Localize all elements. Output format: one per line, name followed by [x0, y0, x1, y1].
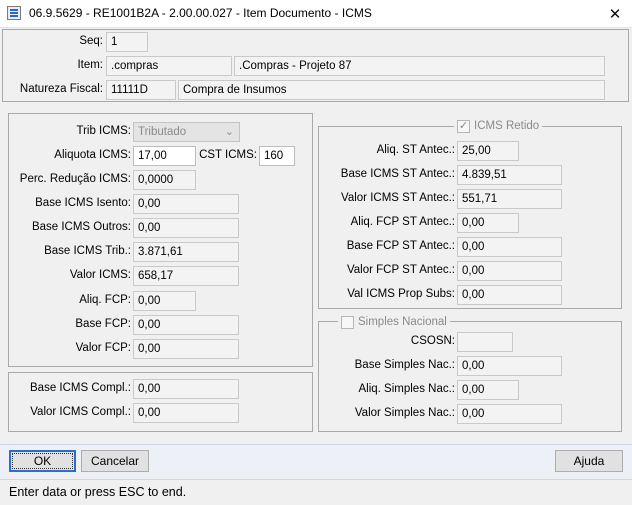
base-icms-st-antec-field[interactable]: 4.839,51 [457, 165, 562, 185]
cst-icms-field[interactable]: 160 [259, 146, 295, 166]
aliq-st-antec-label: Aliq. ST Antec.: [376, 144, 455, 156]
base-fcp-st-antec-field[interactable]: 0,00 [457, 237, 562, 257]
aliq-fcp-field[interactable]: 0,00 [133, 291, 196, 311]
valor-icms-compl-label: Valor ICMS Compl.: [30, 406, 131, 418]
seq-label: Seq: [79, 35, 103, 47]
ok-button[interactable]: OK [9, 450, 76, 472]
natureza-fiscal-label: Natureza Fiscal: [19, 83, 103, 95]
base-icms-compl-field[interactable]: 0,00 [133, 379, 239, 399]
cancel-button[interactable]: Cancelar [81, 450, 149, 472]
aliquota-icms-label: Aliquota ICMS: [54, 149, 131, 161]
simples-nacional-checkbox[interactable] [341, 315, 354, 329]
aliq-fcp-label: Aliq. FCP: [79, 294, 131, 306]
valor-icms-compl-field[interactable]: 0,00 [133, 403, 239, 423]
csosn-label: CSOSN: [410, 335, 455, 347]
val-icms-prop-subs-label: Val ICMS Prop Subs: [347, 288, 455, 300]
val-icms-prop-subs-field[interactable]: 0,00 [457, 285, 562, 305]
valor-icms-field[interactable]: 658,17 [133, 266, 239, 286]
item-label: Item: [77, 59, 103, 71]
base-icms-compl-label: Base ICMS Compl.: [30, 382, 131, 394]
status-text: Enter data or press ESC to end. [9, 485, 187, 499]
button-bar: OK Cancelar Ajuda [0, 444, 632, 478]
valor-icms-label: Valor ICMS: [69, 269, 131, 281]
simples-nacional-legend: Simples Nacional [338, 314, 450, 330]
aliq-simples-nac-label: Aliq. Simples Nac.: [358, 383, 455, 395]
natureza-fiscal-code-field[interactable]: 11111D [106, 80, 176, 100]
base-icms-isento-field[interactable]: 0,00 [133, 194, 239, 214]
cst-icms-label: CST ICMS: [199, 149, 257, 161]
base-simples-nac-label: Base Simples Nac.: [354, 359, 455, 371]
valor-fcp-label: Valor FCP: [75, 342, 131, 354]
valor-fcp-field[interactable]: 0,00 [133, 339, 239, 359]
aliq-st-antec-field[interactable]: 25,00 [457, 141, 519, 161]
icms-retido-legend: ✓ ICMS Retido [454, 118, 543, 134]
aliquota-icms-field[interactable]: 17,00 [133, 146, 196, 166]
trib-icms-select[interactable]: Tributado ⌄ [133, 122, 240, 142]
base-icms-isento-label: Base ICMS Isento: [35, 197, 131, 209]
valor-icms-st-antec-field[interactable]: 551,71 [457, 189, 562, 209]
perc-reducao-icms-field[interactable]: 0,0000 [133, 170, 196, 190]
aliq-fcp-st-antec-label: Aliq. FCP ST Antec.: [350, 216, 455, 228]
icms-retido-checkbox[interactable]: ✓ [457, 119, 470, 133]
valor-icms-st-antec-label: Valor ICMS ST Antec.: [341, 192, 455, 204]
base-simples-nac-field[interactable]: 0,00 [457, 356, 562, 376]
help-button[interactable]: Ajuda [555, 450, 623, 472]
window-title: 06.9.5629 - RE1001B2A - 2.00.00.027 - It… [29, 6, 372, 20]
base-icms-trib-label: Base ICMS Trib.: [44, 245, 131, 257]
icms-retido-label: ICMS Retido [474, 120, 540, 132]
base-icms-outros-field[interactable]: 0,00 [133, 218, 239, 238]
valor-simples-nac-field[interactable]: 0,00 [457, 404, 562, 424]
close-button[interactable]: ✕ [598, 0, 632, 28]
item-code-field[interactable]: .compras [106, 56, 232, 76]
seq-field[interactable]: 1 [106, 32, 148, 52]
item-description-field[interactable]: .Compras - Projeto 87 [234, 56, 605, 76]
base-fcp-label: Base FCP: [75, 318, 131, 330]
valor-fcp-st-antec-field[interactable]: 0,00 [457, 261, 562, 281]
status-bar: Enter data or press ESC to end. [0, 479, 632, 505]
chevron-down-icon: ⌄ [224, 126, 234, 138]
csosn-field[interactable] [457, 332, 513, 352]
ok-focus-ring [12, 453, 73, 469]
base-icms-st-antec-label: Base ICMS ST Antec.: [340, 168, 455, 180]
trib-icms-label: Trib ICMS: [76, 125, 131, 137]
title-bar: 06.9.5629 - RE1001B2A - 2.00.00.027 - It… [0, 0, 632, 28]
base-fcp-field[interactable]: 0,00 [133, 315, 239, 335]
base-icms-outros-label: Base ICMS Outros: [31, 221, 131, 233]
valor-fcp-st-antec-label: Valor FCP ST Antec.: [346, 264, 455, 276]
perc-reducao-icms-label: Perc. Redução ICMS: [19, 173, 131, 185]
simples-nacional-label: Simples Nacional [358, 316, 447, 328]
trib-icms-value: Tributado [138, 126, 187, 138]
base-icms-trib-field[interactable]: 3.871,61 [133, 242, 239, 262]
aliq-fcp-st-antec-field[interactable]: 0,00 [457, 213, 519, 233]
base-fcp-st-antec-label: Base FCP ST Antec.: [346, 240, 455, 252]
natureza-fiscal-description-field[interactable]: Compra de Insumos [178, 80, 605, 100]
aliq-simples-nac-field[interactable]: 0,00 [457, 380, 519, 400]
app-icon [7, 6, 21, 20]
valor-simples-nac-label: Valor Simples Nac.: [354, 407, 455, 419]
